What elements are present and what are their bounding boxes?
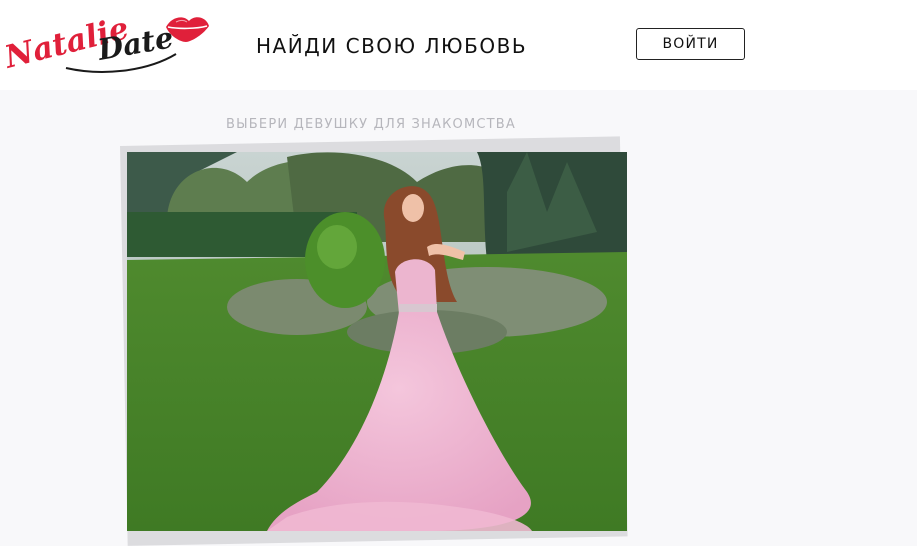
profile-photo-image: [127, 152, 627, 531]
section-title: ВЫБЕРИ ДЕВУШКУ ДЛЯ ЗНАКОМСТВА: [226, 117, 517, 132]
site-tagline: НАЙДИ СВОЮ ЛЮБОВЬ: [256, 34, 528, 58]
profile-photo[interactable]: [127, 152, 627, 531]
logo-graphic: Natalie Date: [0, 10, 209, 76]
login-button[interactable]: ВОЙТИ: [636, 28, 745, 60]
site-logo[interactable]: Natalie Date: [0, 10, 210, 80]
site-header: Natalie Date НАЙДИ СВОЮ ЛЮБОВЬ ВОЙТИ: [0, 0, 917, 90]
